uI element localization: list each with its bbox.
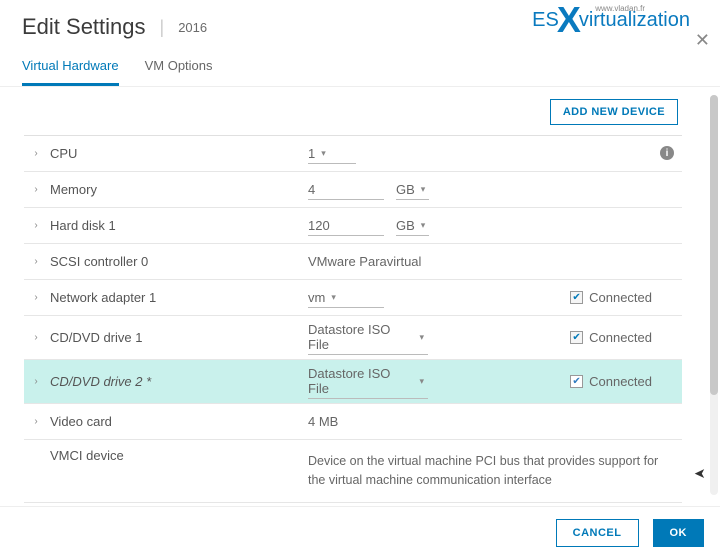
ok-button[interactable]: OK [653, 519, 705, 547]
memory-unit-select[interactable]: GB▾ [396, 180, 429, 200]
row-vmci-device: VMCI device Device on the virtual machin… [24, 440, 682, 503]
add-new-device-button[interactable]: ADD NEW DEVICE [550, 99, 678, 125]
checkbox-checked-icon: ✔ [570, 331, 583, 344]
tab-bar: Virtual Hardware VM Options [0, 52, 720, 87]
cd2-connected-checkbox[interactable]: ✔ Connected [570, 374, 652, 389]
cd2-connected-label: Connected [589, 374, 652, 389]
label-scsi0: SCSI controller 0 [48, 254, 308, 269]
chevron-down-icon: ▾ [421, 184, 426, 195]
label-memory: Memory [48, 182, 308, 197]
scrollbar-thumb[interactable] [710, 95, 718, 395]
label-cpu: CPU [48, 146, 308, 161]
close-icon[interactable]: ✕ [695, 30, 710, 51]
row-cddvd-drive-1: › CD/DVD drive 1 Datastore ISO File▾ ✔ C… [24, 316, 682, 360]
label-vmci: VMCI device [48, 448, 308, 463]
dialog-header: Edit Settings | 2016 www.vladan.fr ESXvi… [0, 0, 720, 48]
row-cddvd-drive-2: › CD/DVD drive 2 * Datastore ISO File▾ ✔… [24, 360, 682, 404]
checkbox-checked-icon: ✔ [570, 291, 583, 304]
label-cd2: CD/DVD drive 2 * [48, 374, 308, 389]
hardware-table: › CPU 1▾ i › Memory GB▾ › Hard disk 1 [24, 135, 682, 507]
content-area: ADD NEW DEVICE › CPU 1▾ i › Memory GB▾ [0, 87, 720, 507]
chevron-right-icon[interactable]: › [24, 256, 48, 267]
cd1-connected-label: Connected [589, 330, 652, 345]
net1-select[interactable]: vm▾ [308, 288, 384, 308]
chevron-right-icon[interactable]: › [24, 148, 48, 159]
chevron-down-icon: ▾ [421, 220, 426, 231]
row-hard-disk-1: › Hard disk 1 GB▾ [24, 208, 682, 244]
row-scsi-controller-0: › SCSI controller 0 VMware Paravirtual [24, 244, 682, 280]
cd1-connected-checkbox[interactable]: ✔ Connected [570, 330, 652, 345]
title-divider: | [160, 17, 165, 38]
chevron-down-icon: ▾ [419, 376, 424, 387]
brand-logo: www.vladan.fr ESXvirtualization [532, 2, 690, 38]
cd1-select[interactable]: Datastore ISO File▾ [308, 320, 428, 355]
hd1-size-input[interactable] [308, 216, 384, 236]
label-net1: Network adapter 1 [48, 290, 308, 305]
mouse-cursor-icon: ➤ [694, 465, 706, 482]
net1-connected-label: Connected [589, 290, 652, 305]
row-network-adapter-1: › Network adapter 1 vm▾ ✔ Connected [24, 280, 682, 316]
label-video: Video card [48, 414, 308, 429]
page-title: Edit Settings [22, 14, 146, 40]
chevron-right-icon[interactable]: › [24, 220, 48, 231]
cd2-select[interactable]: Datastore ISO File▾ [308, 364, 428, 399]
value-video: 4 MB [308, 414, 338, 429]
value-scsi0: VMware Paravirtual [308, 254, 421, 269]
chevron-down-icon: ▾ [321, 148, 326, 159]
row-cpu: › CPU 1▾ i [24, 136, 682, 172]
chevron-right-icon[interactable]: › [24, 184, 48, 195]
checkbox-checked-icon: ✔ [570, 375, 583, 388]
chevron-right-icon[interactable]: › [24, 416, 48, 427]
cancel-button[interactable]: CANCEL [556, 519, 639, 547]
chevron-down-icon: ▾ [331, 292, 336, 303]
info-icon[interactable]: i [660, 146, 674, 160]
vm-name: 2016 [178, 20, 207, 35]
chevron-right-icon[interactable]: › [24, 376, 48, 387]
value-vmci: Device on the virtual machine PCI bus th… [308, 448, 678, 494]
row-video-card: › Video card 4 MB [24, 404, 682, 440]
logo-url: www.vladan.fr [595, 4, 645, 13]
chevron-down-icon: ▾ [419, 332, 424, 343]
tab-virtual-hardware[interactable]: Virtual Hardware [22, 52, 119, 86]
hd1-unit-select[interactable]: GB▾ [396, 216, 429, 236]
chevron-right-icon[interactable]: › [24, 332, 48, 343]
chevron-right-icon[interactable]: › [24, 292, 48, 303]
cpu-select[interactable]: 1▾ [308, 144, 356, 164]
memory-input[interactable] [308, 180, 384, 200]
tab-vm-options[interactable]: VM Options [145, 52, 213, 86]
label-cd1: CD/DVD drive 1 [48, 330, 308, 345]
dialog-footer: CANCEL OK [0, 506, 720, 559]
row-memory: › Memory GB▾ [24, 172, 682, 208]
label-hd1: Hard disk 1 [48, 218, 308, 233]
net1-connected-checkbox[interactable]: ✔ Connected [570, 290, 652, 305]
